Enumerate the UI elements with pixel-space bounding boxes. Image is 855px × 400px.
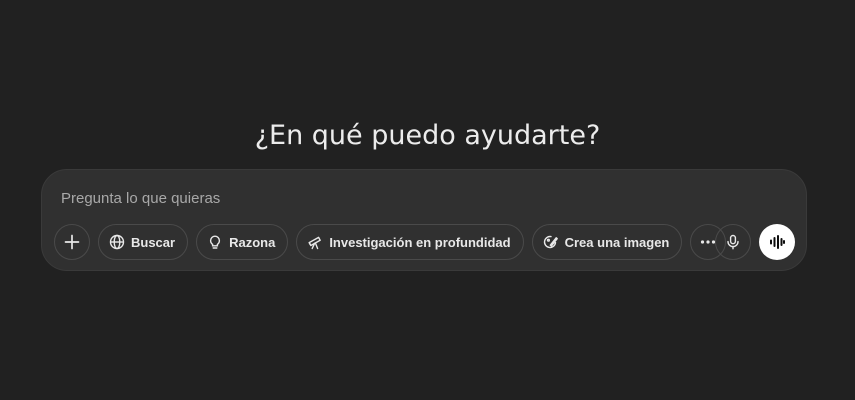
voice-mode-button[interactable]	[759, 224, 795, 260]
page: ¿En qué puedo ayudarte? Pregunta lo que …	[0, 0, 855, 400]
plus-icon	[63, 233, 81, 251]
telescope-icon	[306, 233, 324, 251]
composer-right-tools	[715, 224, 795, 260]
search-button[interactable]: Buscar	[98, 224, 189, 260]
reason-button[interactable]: Razona	[196, 224, 289, 260]
reason-button-label: Razona	[229, 234, 276, 250]
lightbulb-icon	[206, 233, 224, 251]
search-button-label: Buscar	[131, 234, 176, 250]
dictate-button[interactable]	[715, 224, 751, 260]
composer: Buscar Razona	[41, 169, 807, 271]
page-title: ¿En qué puedo ayudarte?	[254, 120, 601, 152]
prompt-input[interactable]	[61, 187, 661, 209]
create-image-button-label: Crea una imagen	[564, 234, 670, 250]
microphone-icon	[724, 233, 742, 251]
deep-research-button[interactable]: Investigación en profundidad	[296, 224, 524, 260]
waveform-icon	[768, 233, 786, 251]
deep-research-button-label: Investigación en profundidad	[329, 234, 511, 250]
create-image-button[interactable]: Crea una imagen	[531, 224, 683, 260]
attach-button[interactable]	[54, 224, 90, 260]
composer-toolbar: Buscar Razona Investigación en profundid…	[54, 224, 727, 260]
globe-icon	[108, 233, 126, 251]
image-brush-icon	[542, 233, 560, 251]
